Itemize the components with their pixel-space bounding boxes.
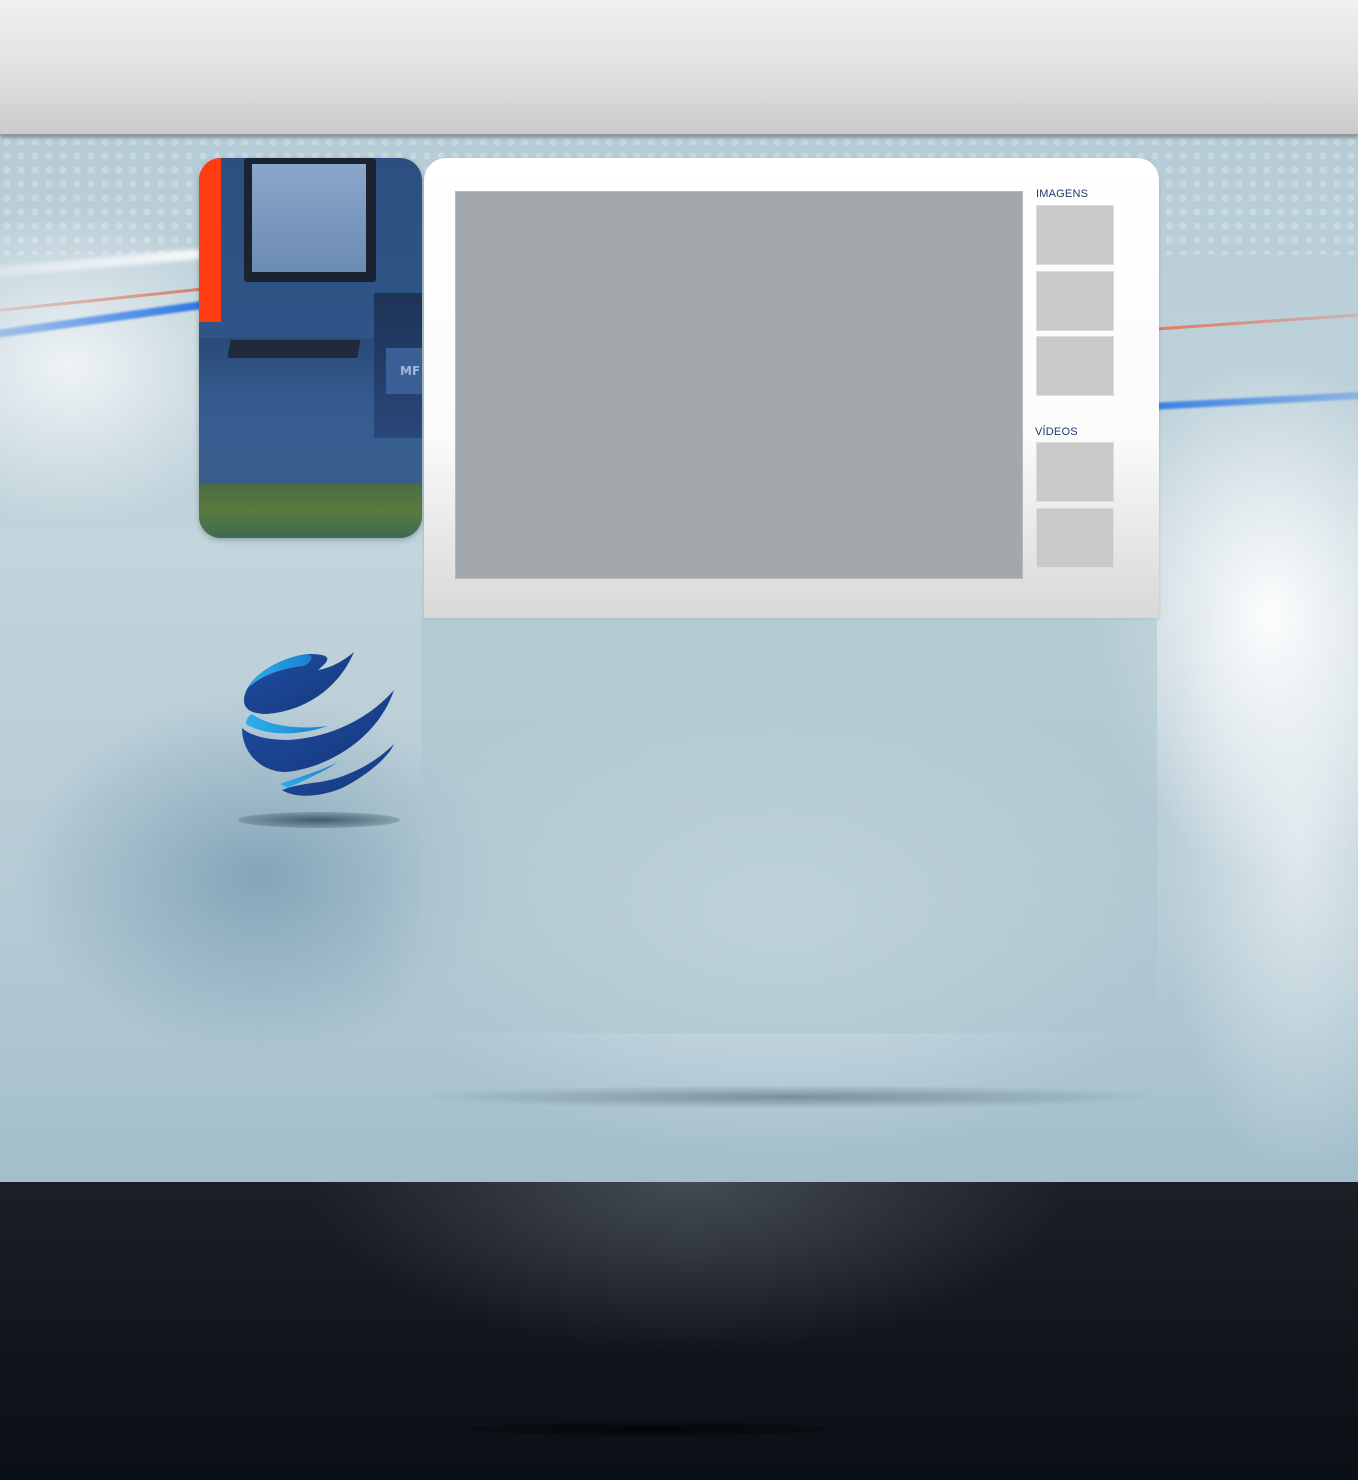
photo-keyboard [227,340,361,358]
globe-icon[interactable] [238,648,398,800]
light-streak-red-left [0,285,219,316]
light-streak-red-right [1149,311,1358,331]
footer [0,1182,1358,1480]
main-media-viewer[interactable] [455,191,1023,579]
photo-accent-bar [199,158,221,322]
image-thumbnail[interactable] [1036,271,1114,331]
top-header-bar [0,0,1358,135]
image-thumbnail[interactable] [1036,205,1114,265]
video-thumbnail[interactable] [1036,442,1114,502]
video-thumbnail[interactable] [1036,508,1114,568]
photo-monitor-screen [252,164,366,272]
content-panel-shadow [410,1085,1170,1109]
footer-shadow [470,1422,830,1436]
lab-photo: MF [199,158,422,538]
photo-monitor [244,158,376,282]
images-section-label: IMAGENS [1036,188,1089,200]
light-streak-blue-right [1149,390,1358,410]
gallery-card: IMAGENS VÍDEOS [424,158,1159,618]
photo-machine-sign: MF [386,348,422,394]
image-thumbnail[interactable] [1036,336,1114,396]
globe-shadow [238,812,400,828]
photo-floor [199,484,422,538]
content-panel [421,618,1157,1033]
videos-section-label: VÍDEOS [1035,426,1078,438]
